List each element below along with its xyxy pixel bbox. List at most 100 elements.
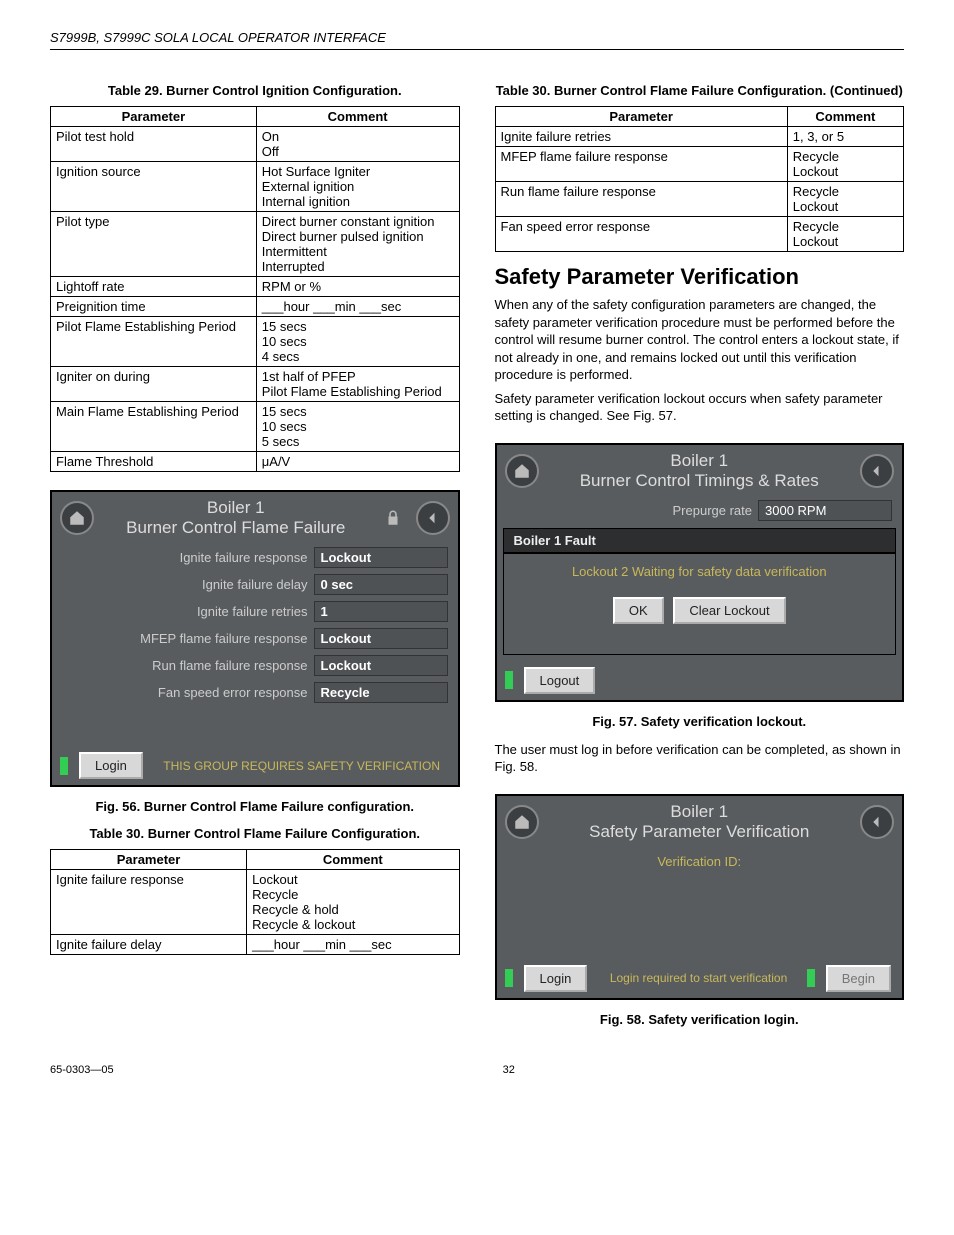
table-cell: μA/V xyxy=(256,452,459,472)
logout-button[interactable]: Logout xyxy=(524,667,596,694)
table-cell: Main Flame Establishing Period xyxy=(51,402,257,452)
table-cell: Preignition time xyxy=(51,297,257,317)
table-cell: Ignite failure response xyxy=(51,870,247,935)
table-cell: OnOff xyxy=(256,127,459,162)
th-comment: Comment xyxy=(247,850,459,870)
login-button[interactable]: Login xyxy=(79,752,143,779)
marker-icon xyxy=(505,969,513,987)
lock-icon xyxy=(378,503,408,533)
table29: ParameterComment Pilot test holdOnOffIgn… xyxy=(50,106,460,472)
clear-lockout-button[interactable]: Clear Lockout xyxy=(673,597,785,624)
fig56-panel: Boiler 1Burner Control Flame Failure Ign… xyxy=(50,490,460,787)
table30a-caption: Table 30. Burner Control Flame Failure C… xyxy=(50,826,460,841)
marker-icon xyxy=(60,757,68,775)
home-icon[interactable] xyxy=(505,805,539,839)
back-icon[interactable] xyxy=(416,501,450,535)
prepurge-label: Prepurge rate xyxy=(507,503,759,518)
param-label: Ignite failure delay xyxy=(62,577,314,592)
login-req-msg: Login required to start verification xyxy=(598,971,798,985)
table-cell: Lightoff rate xyxy=(51,277,257,297)
table-cell: LockoutRecycleRecycle & holdRecycle & lo… xyxy=(247,870,459,935)
safety-msg: THIS GROUP REQUIRES SAFETY VERIFICATION xyxy=(154,759,450,773)
spv-heading: Safety Parameter Verification xyxy=(495,264,905,290)
th-param: Parameter xyxy=(495,107,787,127)
table-row: Pilot test holdOnOff xyxy=(51,127,460,162)
param-value[interactable]: 0 sec xyxy=(314,574,448,595)
table-cell: Fan speed error response xyxy=(495,217,787,252)
table-cell: Pilot type xyxy=(51,212,257,277)
table-cell: MFEP flame failure response xyxy=(495,147,787,182)
table-row: Igniter on during1st half of PFEPPilot F… xyxy=(51,367,460,402)
fault-header: Boiler 1 Fault xyxy=(503,528,897,553)
table-cell: Ignite failure delay xyxy=(51,935,247,955)
table-cell: Direct burner constant ignitionDirect bu… xyxy=(256,212,459,277)
home-icon[interactable] xyxy=(505,454,539,488)
fig57-panel: Boiler 1Burner Control Timings & Rates P… xyxy=(495,443,905,702)
verif-id-label: Verification ID: xyxy=(657,854,741,869)
table-cell: Igniter on during xyxy=(51,367,257,402)
table-row: Run flame failure responseRecycleLockout xyxy=(495,182,904,217)
table-cell: RPM or % xyxy=(256,277,459,297)
mid-para: The user must log in before verification… xyxy=(495,741,905,776)
table-cell: 15 secs10 secs4 secs xyxy=(256,317,459,367)
table-row: Ignite failure responseLockoutRecycleRec… xyxy=(51,870,460,935)
table-row: Lightoff rateRPM or % xyxy=(51,277,460,297)
table-cell: Flame Threshold xyxy=(51,452,257,472)
table-row: Pilot typeDirect burner constant ignitio… xyxy=(51,212,460,277)
table-row: MFEP flame failure responseRecycleLockou… xyxy=(495,147,904,182)
table-cell: Pilot Flame Establishing Period xyxy=(51,317,257,367)
param-label: MFEP flame failure response xyxy=(62,631,314,646)
fig57-caption: Fig. 57. Safety verification lockout. xyxy=(495,714,905,729)
th-param: Parameter xyxy=(51,107,257,127)
table-cell: Hot Surface IgniterExternal ignitionInte… xyxy=(256,162,459,212)
footer-left: 65-0303—05 xyxy=(50,1064,114,1076)
fault-message: Lockout 2 Waiting for safety data verifi… xyxy=(504,554,896,593)
login-button[interactable]: Login xyxy=(524,965,588,992)
th-comment: Comment xyxy=(787,107,903,127)
table-cell: Run flame failure response xyxy=(495,182,787,217)
panel-title: Boiler 1Safety Parameter Verification xyxy=(547,802,853,842)
table29-caption: Table 29. Burner Control Ignition Config… xyxy=(50,83,460,98)
begin-button[interactable]: Begin xyxy=(826,965,891,992)
marker-icon xyxy=(505,671,513,689)
table-cell: Ignite failure retries xyxy=(495,127,787,147)
param-value[interactable]: Lockout xyxy=(314,547,448,568)
back-icon[interactable] xyxy=(860,805,894,839)
table-row: Ignite failure retries1, 3, or 5 xyxy=(495,127,904,147)
table-cell: RecycleLockout xyxy=(787,147,903,182)
fig58-panel: Boiler 1Safety Parameter Verification Ve… xyxy=(495,794,905,1000)
spv-p1: When any of the safety configuration par… xyxy=(495,296,905,384)
table-row: Preignition time___hour ___min ___sec xyxy=(51,297,460,317)
fig56-caption: Fig. 56. Burner Control Flame Failure co… xyxy=(50,799,460,814)
table-row: Pilot Flame Establishing Period15 secs10… xyxy=(51,317,460,367)
home-icon[interactable] xyxy=(60,501,94,535)
table-cell: Ignition source xyxy=(51,162,257,212)
table-cell: ___hour ___min ___sec xyxy=(247,935,459,955)
ok-button[interactable]: OK xyxy=(613,597,664,624)
table-row: Main Flame Establishing Period15 secs10 … xyxy=(51,402,460,452)
page-header: S7999B, S7999C SOLA LOCAL OPERATOR INTER… xyxy=(50,30,904,50)
th-comment: Comment xyxy=(256,107,459,127)
table-cell: RecycleLockout xyxy=(787,182,903,217)
table30b: ParameterComment Ignite failure retries1… xyxy=(495,106,905,252)
param-value[interactable]: 1 xyxy=(314,601,448,622)
panel-title: Boiler 1Burner Control Flame Failure xyxy=(102,498,370,538)
param-value[interactable]: Lockout xyxy=(314,628,448,649)
back-icon[interactable] xyxy=(860,454,894,488)
footer-page: 32 xyxy=(503,1064,515,1076)
param-label: Ignite failure response xyxy=(62,550,314,565)
th-param: Parameter xyxy=(51,850,247,870)
table-cell: RecycleLockout xyxy=(787,217,903,252)
param-value[interactable]: Lockout xyxy=(314,655,448,676)
param-value[interactable]: Recycle xyxy=(314,682,448,703)
prepurge-value[interactable]: 3000 RPM xyxy=(758,500,892,521)
param-label: Ignite failure retries xyxy=(62,604,314,619)
table-row: Ignition sourceHot Surface IgniterExtern… xyxy=(51,162,460,212)
table-cell: 1st half of PFEPPilot Flame Establishing… xyxy=(256,367,459,402)
table-row: Fan speed error responseRecycleLockout xyxy=(495,217,904,252)
table30a: ParameterComment Ignite failure response… xyxy=(50,849,460,955)
panel-title: Boiler 1Burner Control Timings & Rates xyxy=(547,451,853,491)
table-row: Ignite failure delay___hour ___min ___se… xyxy=(51,935,460,955)
table-cell: 15 secs10 secs5 secs xyxy=(256,402,459,452)
marker-icon xyxy=(807,969,815,987)
